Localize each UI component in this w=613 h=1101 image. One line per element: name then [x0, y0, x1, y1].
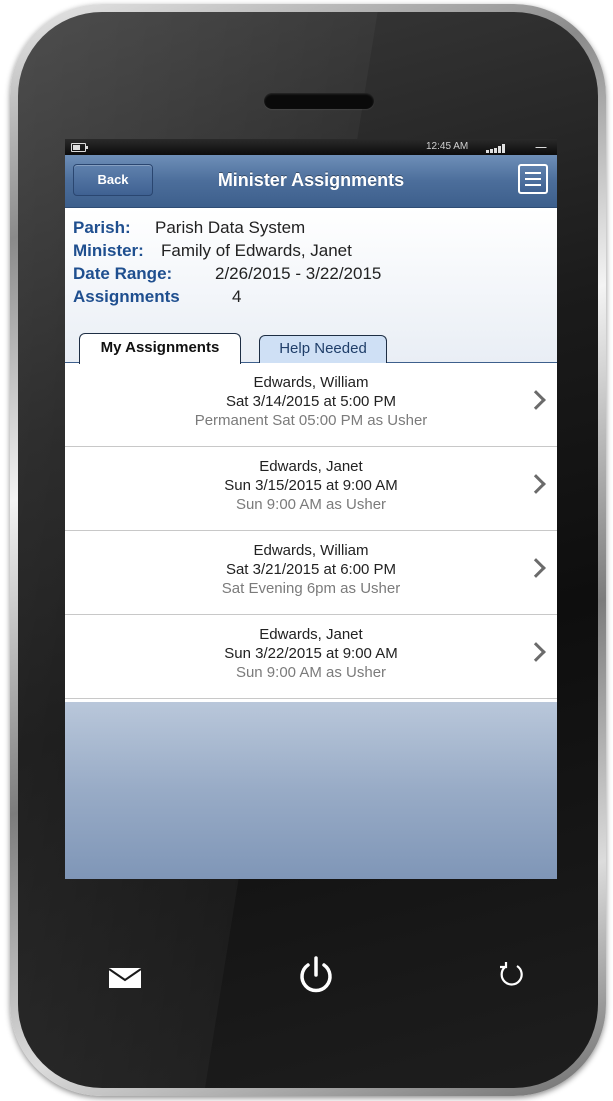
assignment-detail: Sun 9:00 AM as Usher [235, 664, 387, 681]
assignment-detail: Sat Evening 6pm as Usher [221, 580, 401, 597]
assignment-date: Sat 3/21/2015 at 6:00 PM [225, 561, 397, 578]
list-item[interactable]: Edwards, William Sat 3/14/2015 at 5:00 P… [65, 363, 557, 447]
antenna-icon: ⼀ [535, 141, 548, 155]
assignment-minister: Edwards, William [253, 374, 369, 391]
parish-label: Parish: [73, 218, 131, 237]
assignment-date: Sun 3/22/2015 at 9:00 AM [224, 645, 398, 662]
assignment-detail: Sun 9:00 AM as Usher [235, 496, 387, 513]
parish-value: Parish Data System [155, 218, 306, 237]
speaker-grille [264, 93, 374, 109]
date-range-value: 2/26/2015 - 3/22/2015 [215, 264, 382, 283]
list-item[interactable]: Edwards, Janet Sun 3/22/2015 at 9:00 AM … [65, 615, 557, 699]
date-range-row: Date Range: 2/26/2015 - 3/22/2015 [73, 262, 557, 285]
mail-icon[interactable] [108, 967, 142, 989]
back-arrow-icon[interactable] [497, 961, 523, 987]
minister-value: Family of Edwards, Janet [161, 241, 352, 260]
list-item[interactable]: Edwards, William Sat 3/21/2015 at 6:00 P… [65, 531, 557, 615]
assignment-minister: Edwards, Janet [259, 458, 363, 475]
list-item[interactable]: Edwards, Janet Sun 3/15/2015 at 9:00 AM … [65, 447, 557, 531]
date-range-label: Date Range: [73, 264, 173, 283]
menu-button[interactable] [518, 164, 548, 194]
title-bar: Back Minister Assignments [65, 155, 557, 208]
power-icon[interactable] [296, 955, 336, 995]
parish-row: Parish: Parish Data System [73, 216, 557, 239]
empty-content-area [65, 702, 557, 879]
tab-help-needed[interactable]: Help Needed [259, 335, 387, 363]
minister-row: Minister: Family of Edwards, Janet [73, 239, 557, 262]
assignment-minister: Edwards, William [253, 542, 369, 559]
assignment-date: Sun 3/15/2015 at 9:00 AM [224, 477, 398, 494]
assignment-minister: Edwards, Janet [259, 626, 363, 643]
assignments-count-row: Assignments 4 [73, 285, 557, 308]
status-bar: 12:45 AM ⼀ [65, 139, 557, 155]
assignment-detail: Permanent Sat 05:00 PM as Usher [194, 412, 428, 429]
battery-icon [71, 143, 88, 152]
assignment-info-panel: Parish: Parish Data System Minister: Fam… [65, 208, 557, 364]
assignment-date: Sat 3/14/2015 at 5:00 PM [225, 393, 397, 410]
assignment-list: Edwards, William Sat 3/14/2015 at 5:00 P… [65, 363, 557, 699]
phone-screen: 12:45 AM ⼀ Back Minister Assignments Par… [65, 139, 557, 879]
tab-my-assignments[interactable]: My Assignments [79, 333, 241, 364]
page-title: Minister Assignments [217, 170, 405, 190]
signal-icon [486, 142, 526, 153]
minister-label: Minister: [73, 241, 144, 260]
status-time: 12:45 AM [426, 141, 469, 152]
assignments-count: 4 [232, 287, 242, 306]
assignments-label: Assignments [73, 287, 180, 306]
